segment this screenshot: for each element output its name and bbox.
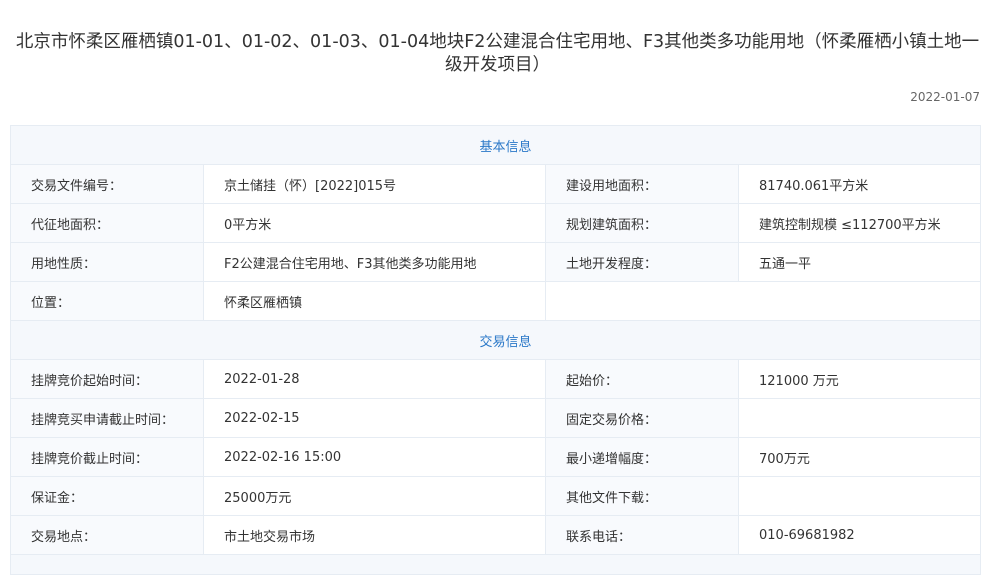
table-row: 交易地点： 市土地交易市场 联系电话： 010-69681982 bbox=[10, 515, 982, 555]
table-row: 用地性质： F2公建混合住宅用地、F3其他类多功能用地 土地开发程度： 五通一平 bbox=[10, 242, 982, 282]
field-label: 联系电话： bbox=[545, 515, 739, 555]
table-row: 代征地面积： 0平方米 规划建筑面积： 建筑控制规模 ≤112700平方米 bbox=[10, 203, 982, 243]
field-value: 市土地交易市场 bbox=[203, 515, 546, 555]
field-value: 京土储挂（怀）[2022]015号 bbox=[203, 164, 546, 204]
field-value: 0平方米 bbox=[203, 203, 546, 243]
trade-info-header: 交易信息 bbox=[9, 320, 982, 360]
field-label: 用地性质： bbox=[10, 242, 204, 282]
section-header-row: 交易信息 bbox=[9, 320, 982, 360]
announcement-page: 北京市怀柔区雁栖镇01-01、01-02、01-03、01-04地块F2公建混合… bbox=[0, 0, 995, 580]
publish-date: 2022-01-07 bbox=[910, 90, 980, 104]
field-label: 其他文件下载： bbox=[545, 476, 739, 516]
field-label: 土地开发程度： bbox=[545, 242, 739, 282]
table-row-partial bbox=[9, 554, 982, 575]
partial-row-cell bbox=[9, 554, 982, 575]
table-row: 位置： 怀柔区雁栖镇 bbox=[10, 281, 982, 321]
empty-cell bbox=[544, 281, 982, 321]
table-row: 保证金： 25000万元 其他文件下载： bbox=[10, 476, 982, 516]
field-label: 位置： bbox=[10, 281, 204, 321]
field-value: 建筑控制规模 ≤112700平方米 bbox=[737, 203, 982, 243]
field-value: 怀柔区雁栖镇 bbox=[203, 281, 546, 321]
section-header-row: 基本信息 bbox=[9, 125, 982, 165]
field-label: 代征地面积： bbox=[10, 203, 204, 243]
other-files-download-value[interactable] bbox=[737, 476, 982, 516]
table-row: 挂牌竞买申请截止时间： 2022-02-15 固定交易价格： bbox=[10, 398, 982, 438]
table-row: 挂牌竞价截止时间： 2022-02-16 15:00 最小递增幅度： 700万元 bbox=[10, 437, 982, 477]
field-label: 最小递增幅度： bbox=[545, 437, 739, 477]
field-value: 五通一平 bbox=[737, 242, 982, 282]
field-value: F2公建混合住宅用地、F3其他类多功能用地 bbox=[203, 242, 546, 282]
table-row: 挂牌竞价起始时间： 2022-01-28 起始价： 121000 万元 bbox=[10, 359, 982, 399]
page-title: 北京市怀柔区雁栖镇01-01、01-02、01-03、01-04地块F2公建混合… bbox=[0, 31, 995, 77]
field-value: 2022-01-28 bbox=[203, 359, 546, 399]
field-label: 保证金： bbox=[10, 476, 204, 516]
field-label: 挂牌竞价截止时间： bbox=[10, 437, 204, 477]
field-value: 121000 万元 bbox=[737, 359, 982, 399]
field-label: 交易文件编号： bbox=[10, 164, 204, 204]
page-title-line-1: 北京市怀柔区雁栖镇01-01、01-02、01-03、01-04地块F2公建混合… bbox=[15, 32, 980, 52]
field-value: 700万元 bbox=[737, 437, 982, 477]
basic-info-header: 基本信息 bbox=[9, 125, 982, 165]
field-value: 010-69681982 bbox=[737, 515, 982, 555]
field-label: 固定交易价格： bbox=[545, 398, 739, 438]
field-label: 起始价： bbox=[545, 359, 739, 399]
field-label: 交易地点： bbox=[10, 515, 204, 555]
land-info-table: 基本信息 交易文件编号： 京土储挂（怀）[2022]015号 建设用地面积： 8… bbox=[9, 125, 982, 575]
field-label: 建设用地面积： bbox=[545, 164, 739, 204]
field-label: 挂牌竞买申请截止时间： bbox=[10, 398, 204, 438]
field-value: 25000万元 bbox=[203, 476, 546, 516]
page-title-line-2: 级开发项目） bbox=[445, 55, 550, 75]
field-label: 挂牌竞价起始时间： bbox=[10, 359, 204, 399]
field-label: 规划建筑面积： bbox=[545, 203, 739, 243]
field-value: 2022-02-15 bbox=[203, 398, 546, 438]
field-value: 2022-02-16 15:00 bbox=[203, 437, 546, 477]
table-row: 交易文件编号： 京土储挂（怀）[2022]015号 建设用地面积： 81740.… bbox=[10, 164, 982, 204]
field-value: 81740.061平方米 bbox=[737, 164, 982, 204]
field-value bbox=[737, 398, 982, 438]
